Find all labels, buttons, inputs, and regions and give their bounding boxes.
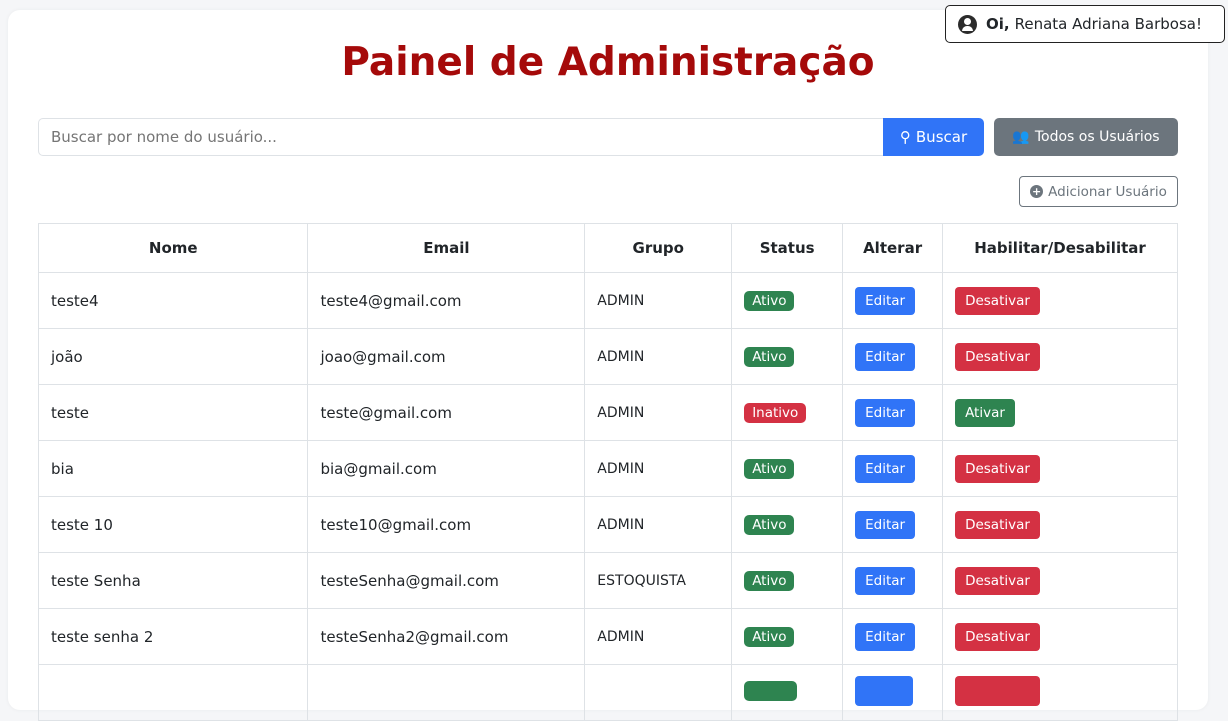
column-header: Alterar [842,223,944,273]
users-icon: 👥 [1012,129,1030,145]
all-users-button[interactable]: 👥 Todos os Usuários [994,118,1178,156]
table-row: teste Senha testeSenha@gmail.com ESTOQUI… [37,552,1178,609]
user-name-cell: teste [37,384,309,441]
user-group-cell: ADMIN [584,440,733,497]
edit-button[interactable]: Editar [855,566,916,595]
user-group-cell: ESTOQUISTA [584,552,733,609]
user-name-cell: joão [37,328,309,385]
toggle-status-button[interactable]: Desativar [955,286,1040,315]
toggle-status-button[interactable]: Desativar [955,510,1040,539]
add-user-label: Adicionar Usuário [1048,183,1167,200]
search-icon: ⚲ [899,128,911,146]
user-name-cell: teste4 [37,272,309,329]
status-badge: Ativo [744,458,795,479]
page-title: Painel de Administração [341,40,875,85]
user-greeting[interactable]: Oi, Renata Adriana Barbosa! [945,5,1225,43]
table-row: teste4 teste4@gmail.com ADMIN Ativo Edit… [37,272,1178,329]
edit-button[interactable]: Editar [855,454,916,483]
user-name-cell: teste Senha [37,552,309,609]
toggle-status-button[interactable]: Desativar [955,342,1040,371]
toggle-status-button[interactable] [955,675,1041,706]
table-row-partial [37,664,1178,721]
user-email-cell: joao@gmail.com [307,328,586,385]
edit-button[interactable]: Editar [855,510,916,539]
users-table: Nome Email Grupo Status Alterar Habilitar/Des… [37,223,1178,721]
user-circle-icon [958,14,977,34]
search-button-label: Buscar [915,128,968,146]
status-badge: Ativo [744,514,795,535]
status-badge: Ativo [744,570,795,591]
user-name-cell: teste 10 [37,496,309,553]
toggle-status-button[interactable]: Ativar [955,398,1015,427]
table-row: teste teste@gmail.com ADMIN Inativo Edit… [37,384,1178,441]
column-header: Email [307,223,586,273]
user-name: Renata Adriana Barbosa! [1014,15,1202,33]
toggle-status-button[interactable]: Desativar [955,622,1040,651]
search-input[interactable] [38,118,883,156]
table-row: teste 10 teste10@gmail.com ADMIN Ativo E… [37,496,1178,553]
user-email-cell: bia@gmail.com [307,440,586,497]
user-name-cell: bia [37,440,309,497]
table-row: joão joao@gmail.com ADMIN Ativo Editar D… [37,328,1178,385]
column-header: Nome [37,223,309,273]
user-group-cell: ADMIN [584,384,733,441]
user-group-cell: ADMIN [584,496,733,553]
all-users-label: Todos os Usuários [1034,129,1160,145]
user-email-cell: testeSenha2@gmail.com [307,608,586,665]
edit-button[interactable]: Editar [855,342,916,371]
edit-button[interactable]: Editar [855,398,916,427]
user-email-cell: teste4@gmail.com [307,272,586,329]
status-badge: Ativo [744,290,795,311]
column-header: Grupo [584,223,733,273]
status-badge: Inativo [744,402,807,423]
status-badge: Ativo [744,626,795,647]
user-group-cell: ADMIN [584,272,733,329]
user-name-cell: teste senha 2 [37,608,309,665]
user-email-cell: testeSenha@gmail.com [307,552,586,609]
edit-button[interactable]: Editar [855,286,916,315]
greeting-prefix: Oi, [986,15,1010,33]
status-badge: Ativo [744,346,795,367]
column-header: Status [731,223,844,273]
user-group-cell: ADMIN [584,608,733,665]
user-email-cell: teste@gmail.com [307,384,586,441]
column-header: Habilitar/Desabilitar [942,223,1178,273]
table-row: bia bia@gmail.com ADMIN Ativo Editar Des… [37,440,1178,497]
toggle-status-button[interactable]: Desativar [955,566,1040,595]
user-group-cell: ADMIN [584,328,733,385]
user-email-cell: teste10@gmail.com [307,496,586,553]
edit-button[interactable]: Editar [855,622,916,651]
plus-circle-icon: + [1030,185,1044,198]
table-row: teste senha 2 testeSenha2@gmail.com ADMI… [37,608,1178,665]
search-button[interactable]: ⚲ Buscar [883,118,984,156]
toggle-status-button[interactable]: Desativar [955,454,1040,483]
add-user-button[interactable]: + Adicionar Usuário [1019,176,1178,207]
edit-button[interactable] [855,675,914,706]
